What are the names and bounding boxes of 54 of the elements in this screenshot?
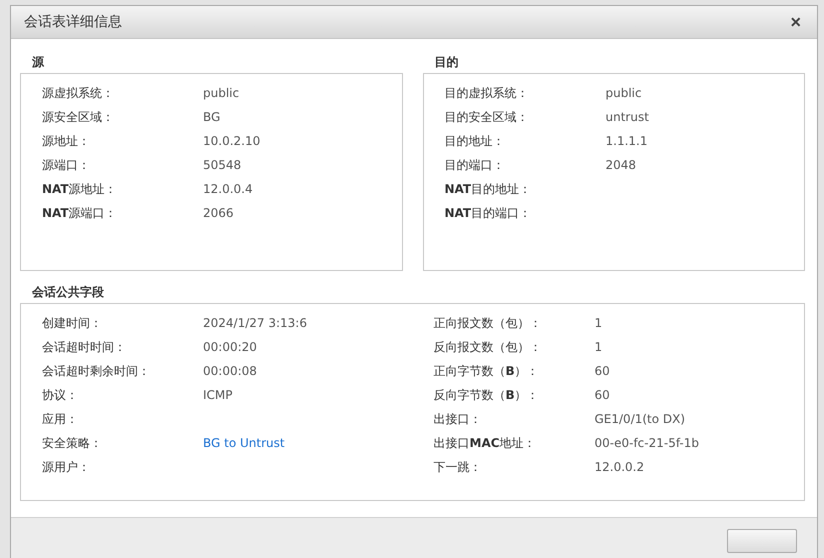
field-label: 会话超时剩余时间：: [42, 362, 151, 380]
field-label: 下一跳：: [434, 458, 482, 476]
field-label: 反向字节数（B）：: [434, 386, 540, 404]
field-value: 12.0.0.2: [594, 460, 644, 474]
field-label: 会话超时时间：: [42, 338, 127, 356]
field-value: 1: [594, 340, 602, 354]
policy-link[interactable]: BG to Untrust: [203, 436, 285, 450]
field-label: NAT源地址：: [42, 180, 118, 198]
field-label: 目的端口：: [444, 156, 506, 174]
field-value: public: [606, 86, 642, 100]
field-label: NAT目的地址：: [444, 180, 532, 198]
field-label: 出接口：: [434, 410, 482, 428]
field-value: 00:00:20: [203, 340, 257, 354]
field-value: 1.1.1.1: [606, 134, 648, 148]
field-label: 源虚拟系统：: [42, 84, 115, 102]
field-label: 目的地址：: [444, 132, 506, 150]
field-label: 正向报文数（包）：: [434, 314, 542, 332]
field-label: 源安全区域：: [42, 108, 115, 126]
field-value: 2048: [606, 158, 636, 172]
field-label: 协议：: [42, 386, 79, 404]
close-button[interactable]: ×: [786, 13, 805, 31]
field-value: 2066: [203, 206, 234, 220]
field-value: GE1/0/1(to DX): [594, 412, 686, 426]
section-title: 会话公共字段: [31, 284, 105, 301]
field-label: NAT源端口：: [42, 204, 118, 222]
field-value: public: [203, 86, 240, 100]
field-value: 00-e0-fc-21-5f-1b: [594, 436, 699, 450]
field-label: 目的安全区域：: [444, 108, 530, 126]
field-label: NAT目的端口：: [444, 204, 532, 222]
field-value: untrust: [606, 110, 649, 124]
field-value: 2024/1/27 3:13:6: [203, 316, 307, 330]
field-label: 源端口：: [42, 156, 91, 174]
field-label: 创建时间：: [42, 314, 103, 332]
section-title: 目的: [434, 54, 460, 71]
field-value: 10.0.2.10: [203, 134, 260, 148]
field-label: 源用户：: [42, 458, 91, 476]
field-value: 50548: [203, 158, 242, 172]
footer-button[interactable]: [727, 529, 797, 553]
field-value: 60: [594, 388, 610, 402]
field-label: 目的虚拟系统：: [444, 84, 530, 102]
field-value: BG: [203, 110, 220, 124]
field-label: 反向报文数（包）：: [434, 338, 542, 356]
field-label: 正向字节数（B）：: [434, 362, 540, 380]
field-value: 00:00:08: [203, 364, 257, 378]
field-label: 出接口MAC地址：: [434, 434, 537, 452]
dialog-title: 会话表详细信息: [24, 13, 122, 31]
field-label: 安全策略：: [42, 434, 103, 452]
field-label: 应用：: [42, 410, 79, 428]
section-title: 源: [31, 54, 45, 71]
field-label: 源地址：: [42, 132, 91, 150]
field-value: ICMP: [203, 388, 233, 402]
field-value: 12.0.0.4: [203, 182, 253, 196]
field-value: 60: [594, 364, 610, 378]
field-value: 1: [594, 316, 602, 330]
